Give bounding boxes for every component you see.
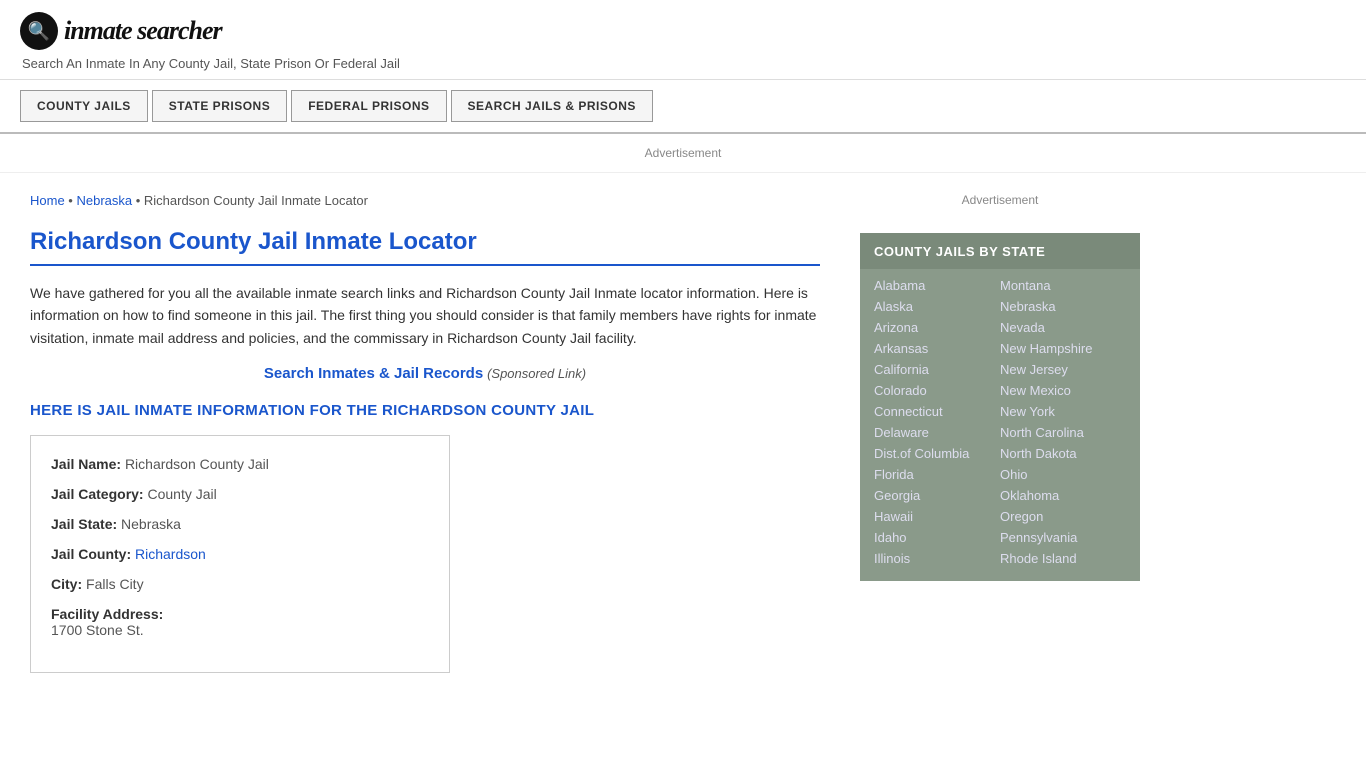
jail-state-field: Jail State: Nebraska xyxy=(51,516,429,532)
state-link-florida[interactable]: Florida xyxy=(874,464,1000,485)
state-link-dist.of-columbia[interactable]: Dist.of Columbia xyxy=(874,443,1000,464)
county-jails-header: COUNTY JAILS BY STATE xyxy=(860,233,1140,269)
jail-state-label: Jail State: xyxy=(51,516,117,532)
search-inmates-link[interactable]: Search Inmates & Jail Records xyxy=(264,365,483,382)
nav-federal-prisons[interactable]: FEDERAL PRISONS xyxy=(291,90,446,122)
jail-info-title: HERE IS JAIL INMATE INFORMATION FOR THE … xyxy=(30,402,820,419)
state-link-california[interactable]: California xyxy=(874,359,1000,380)
sidebar: Advertisement COUNTY JAILS BY STATE Alab… xyxy=(850,173,1150,693)
logo-magnifier: 🔍 xyxy=(28,21,50,42)
main-layout: Home • Nebraska • Richardson County Jail… xyxy=(0,173,1366,693)
jail-county-label: Jail County: xyxy=(51,546,131,562)
state-link-montana[interactable]: Montana xyxy=(1000,275,1126,296)
logo-icon: 🔍 xyxy=(20,12,58,50)
jail-county-val[interactable]: Richardson xyxy=(135,546,206,562)
logo-area: 🔍 inmate searcher xyxy=(20,12,1346,50)
state-link-new-york[interactable]: New York xyxy=(1000,401,1126,422)
state-link-georgia[interactable]: Georgia xyxy=(874,485,1000,506)
states-col1: AlabamaAlaskaArizonaArkansasCaliforniaCo… xyxy=(874,275,1000,569)
jail-name-val: Richardson County Jail xyxy=(125,456,269,472)
state-link-oregon[interactable]: Oregon xyxy=(1000,506,1126,527)
state-link-north-dakota[interactable]: North Dakota xyxy=(1000,443,1126,464)
jail-city-label: City: xyxy=(51,576,82,592)
state-link-ohio[interactable]: Ohio xyxy=(1000,464,1126,485)
state-link-idaho[interactable]: Idaho xyxy=(874,527,1000,548)
state-link-alaska[interactable]: Alaska xyxy=(874,296,1000,317)
jail-county-field: Jail County: Richardson xyxy=(51,546,429,562)
state-link-pennsylvania[interactable]: Pennsylvania xyxy=(1000,527,1126,548)
jail-address-field: Facility Address: 1700 Stone St. xyxy=(51,606,429,638)
state-link-connecticut[interactable]: Connecticut xyxy=(874,401,1000,422)
sponsored-label: (Sponsored Link) xyxy=(487,366,586,381)
jail-city-field: City: Falls City xyxy=(51,576,429,592)
state-link-illinois[interactable]: Illinois xyxy=(874,548,1000,569)
tagline: Search An Inmate In Any County Jail, Sta… xyxy=(22,56,1346,71)
jail-info-card: Jail Name: Richardson County Jail Jail C… xyxy=(30,435,450,673)
logo-text: inmate searcher xyxy=(64,16,222,46)
state-link-oklahoma[interactable]: Oklahoma xyxy=(1000,485,1126,506)
state-link-alabama[interactable]: Alabama xyxy=(874,275,1000,296)
nav-bar: COUNTY JAILS STATE PRISONS FEDERAL PRISO… xyxy=(0,80,1366,134)
state-link-arkansas[interactable]: Arkansas xyxy=(874,338,1000,359)
state-link-nebraska[interactable]: Nebraska xyxy=(1000,296,1126,317)
state-link-colorado[interactable]: Colorado xyxy=(874,380,1000,401)
search-link-area: Search Inmates & Jail Records (Sponsored… xyxy=(30,365,820,382)
jail-city-val: Falls City xyxy=(86,576,144,592)
state-link-rhode-island[interactable]: Rhode Island xyxy=(1000,548,1126,569)
header: 🔍 inmate searcher Search An Inmate In An… xyxy=(0,0,1366,80)
nav-county-jails[interactable]: COUNTY JAILS xyxy=(20,90,148,122)
sidebar-ad: Advertisement xyxy=(860,183,1140,217)
jail-address-val: 1700 Stone St. xyxy=(51,622,144,638)
nav-search-jails[interactable]: SEARCH JAILS & PRISONS xyxy=(451,90,653,122)
jail-address-label: Facility Address: xyxy=(51,606,163,622)
breadcrumb-state[interactable]: Nebraska xyxy=(76,193,132,208)
breadcrumb-current: Richardson County Jail Inmate Locator xyxy=(144,193,368,208)
jail-category-field: Jail Category: County Jail xyxy=(51,486,429,502)
state-link-new-jersey[interactable]: New Jersey xyxy=(1000,359,1126,380)
county-jails-header-label: COUNTY JAILS BY STATE xyxy=(874,244,1045,259)
page-title: Richardson County Jail Inmate Locator xyxy=(30,228,820,266)
state-link-delaware[interactable]: Delaware xyxy=(874,422,1000,443)
description: We have gathered for you all the availab… xyxy=(30,282,820,349)
ad-banner: Advertisement xyxy=(0,134,1366,173)
jail-name-label: Jail Name: xyxy=(51,456,121,472)
content-area: Home • Nebraska • Richardson County Jail… xyxy=(0,173,850,693)
nav-state-prisons[interactable]: STATE PRISONS xyxy=(152,90,287,122)
jail-name-field: Jail Name: Richardson County Jail xyxy=(51,456,429,472)
jail-state-val: Nebraska xyxy=(121,516,181,532)
breadcrumb: Home • Nebraska • Richardson County Jail… xyxy=(30,193,820,208)
state-link-new-mexico[interactable]: New Mexico xyxy=(1000,380,1126,401)
state-link-north-carolina[interactable]: North Carolina xyxy=(1000,422,1126,443)
county-jails-list: AlabamaAlaskaArizonaArkansasCaliforniaCo… xyxy=(860,269,1140,581)
jail-category-val: County Jail xyxy=(147,486,216,502)
state-link-arizona[interactable]: Arizona xyxy=(874,317,1000,338)
jail-category-label: Jail Category: xyxy=(51,486,144,502)
states-col2: MontanaNebraskaNevadaNew HampshireNew Je… xyxy=(1000,275,1126,569)
county-jails-by-state-box: COUNTY JAILS BY STATE AlabamaAlaskaArizo… xyxy=(860,233,1140,581)
breadcrumb-home[interactable]: Home xyxy=(30,193,65,208)
state-link-new-hampshire[interactable]: New Hampshire xyxy=(1000,338,1126,359)
state-link-hawaii[interactable]: Hawaii xyxy=(874,506,1000,527)
state-link-nevada[interactable]: Nevada xyxy=(1000,317,1126,338)
